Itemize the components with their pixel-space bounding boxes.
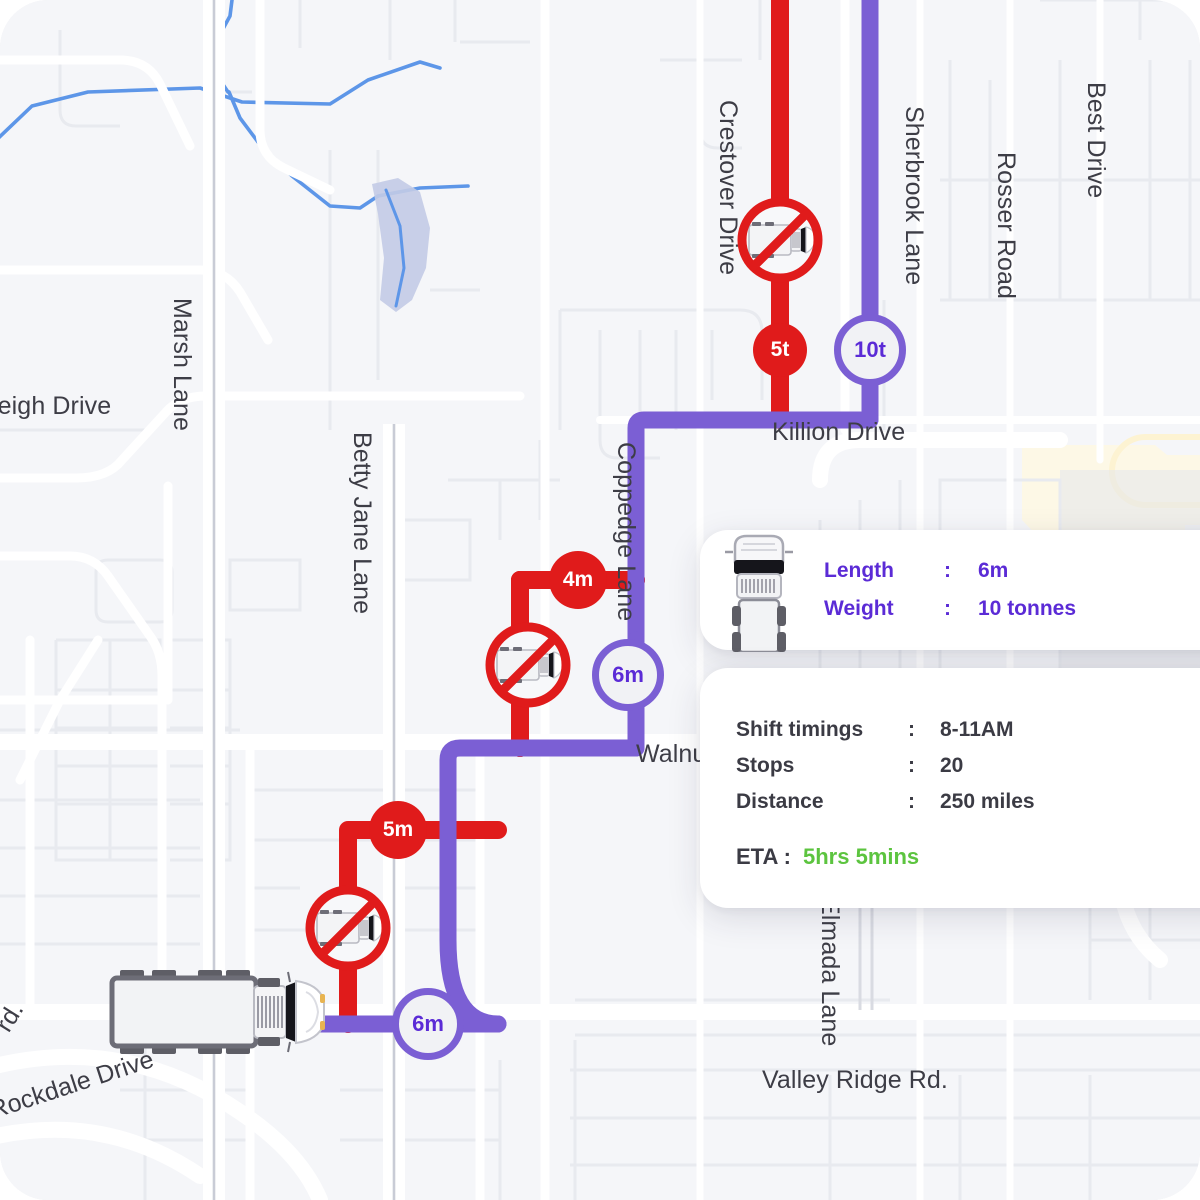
trip-row-distance: Distance: 250 miles xyxy=(736,784,1200,820)
permitted-marker-6m[interactable]: 6m xyxy=(392,988,464,1060)
vehicle-row-value: 10 tonnes xyxy=(978,597,1077,620)
trip-row-label: Stops xyxy=(736,754,795,777)
vehicle-row-weight: Weight: 10 tonnes xyxy=(824,590,1200,628)
eta-row: ETA : 5hrs 5mins xyxy=(736,844,1200,870)
trip-row-separator: : xyxy=(908,790,915,813)
trip-row-value: 250 miles xyxy=(940,790,1035,813)
trip-row-shift-timings: Shift timings: 8-11AM xyxy=(736,712,1200,748)
trip-row-label: Distance xyxy=(736,790,824,813)
trip-detail-rows: Shift timings: 8-11AM Stops: 20 Distance: 250… xyxy=(736,712,1200,820)
eta-label: ETA : xyxy=(736,844,791,869)
permitted-marker-10t[interactable]: 10t xyxy=(834,314,906,386)
vehicle-info-card: Length: 6m Weight: 10 tonnes xyxy=(700,530,1200,652)
no-truck-sign-icon[interactable] xyxy=(303,883,393,973)
vehicle-row-label: Length xyxy=(824,559,894,582)
vehicle-spec-rows: Length: 6m Weight: 10 tonnes xyxy=(818,552,1200,628)
trip-row-separator: : xyxy=(908,718,915,741)
vehicle-row-separator: : xyxy=(944,597,951,620)
trip-row-value: 20 xyxy=(940,754,964,777)
no-truck-sign-icon[interactable] xyxy=(735,195,825,285)
trip-row-value: 8-11AM xyxy=(940,718,1014,741)
trip-row-stops: Stops: 20 xyxy=(736,748,1200,784)
restricted-marker-5t[interactable]: 5t xyxy=(753,323,807,377)
truck-top-view-icon xyxy=(700,530,818,652)
permitted-marker-6m[interactable]: 6m xyxy=(592,639,664,711)
restricted-marker-5m[interactable]: 5m xyxy=(369,801,427,859)
vehicle-row-label: Weight xyxy=(824,597,894,620)
trip-details-card: Shift timings: 8-11AM Stops: 20 Distance: 250… xyxy=(700,668,1200,908)
delivery-truck-icon[interactable] xyxy=(100,962,335,1062)
restricted-marker-4m[interactable]: 4m xyxy=(549,551,607,609)
vehicle-row-length: Length: 6m xyxy=(824,552,1200,590)
trip-row-separator: : xyxy=(908,754,915,777)
route-planner-map-screen: leigh Drive Marsh Lane Betty Jane Lane Cres… xyxy=(0,0,1200,1200)
eta-value: 5hrs 5mins xyxy=(803,844,920,869)
trip-row-label: Shift timings xyxy=(736,718,864,741)
vehicle-row-separator: : xyxy=(944,559,951,582)
no-truck-sign-icon[interactable] xyxy=(483,620,573,710)
vehicle-row-value: 6m xyxy=(978,559,1009,582)
